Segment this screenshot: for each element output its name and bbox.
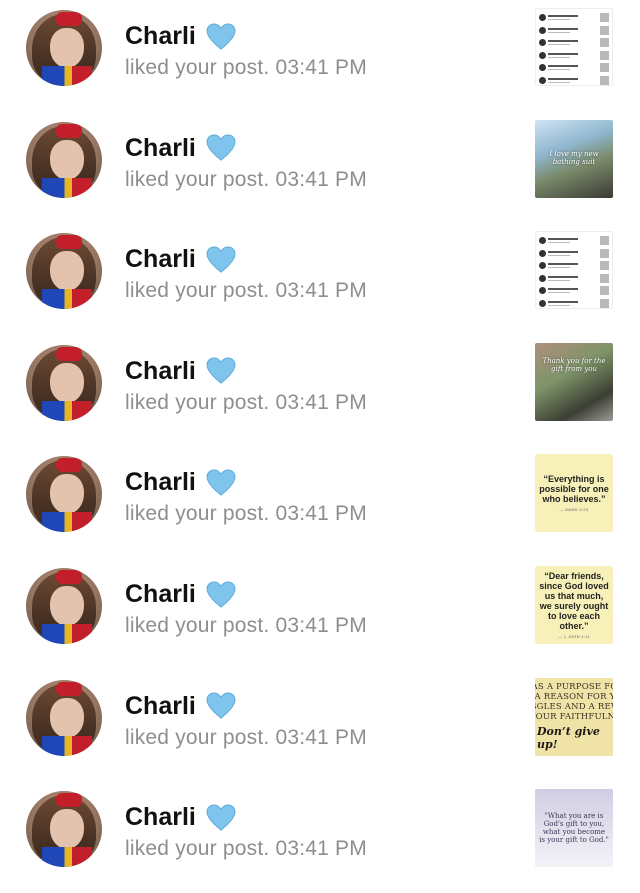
post-thumbnail[interactable]: “Dear friends, since God loved us that m…: [535, 566, 613, 644]
thumbnail-list-item: [538, 13, 612, 22]
thumbnail-vintage-line: IN, A REASON FOR YOU: [535, 691, 613, 702]
timestamp: 03:41 PM: [275, 56, 367, 79]
thumbnail-list-item: [538, 38, 612, 47]
notification-detail: liked your post. 03:41 PM: [125, 279, 367, 303]
thumbnail-list-item: [538, 25, 612, 35]
timestamp: 03:41 PM: [275, 614, 367, 637]
post-thumbnail[interactable]: "What you are is God's gift to you, what…: [535, 789, 613, 868]
timestamp: 03:41 PM: [275, 502, 367, 526]
action-text: liked your post.: [125, 279, 270, 303]
timestamp: 03:41 PM: [275, 390, 367, 414]
blue-heart-icon: [206, 357, 236, 385]
thumbnail-list-item: [538, 236, 612, 246]
timestamp: 03:41 PM: [275, 279, 367, 303]
action-text: liked your post.: [125, 167, 270, 191]
blue-heart-icon: [206, 469, 236, 497]
action-text: liked your post.: [125, 614, 270, 637]
notification-detail: liked your post. 03:41 PM: [125, 391, 367, 415]
notification-detail: liked your post. 03:41 PM: [125, 168, 367, 192]
blue-heart-icon: [206, 692, 236, 720]
notification-row[interactable]: Charli liked your post.03:41 PM HAS A PURP…: [0, 670, 640, 782]
notification-detail: liked your post. 03:41 PM: [125, 837, 367, 861]
avatar[interactable]: [26, 10, 102, 86]
avatar[interactable]: [26, 568, 102, 644]
thumbnail-list-item: [538, 63, 612, 72]
thumbnail-quote-text: “Dear friends, since God loved us that m…: [539, 571, 609, 631]
notification-title: Charli: [125, 22, 236, 51]
notification-title: Charli: [125, 580, 236, 609]
avatar[interactable]: [26, 679, 102, 756]
thumbnail-list-item: [538, 75, 612, 85]
notification-row[interactable]: Charli liked your post. 03:41 PM "What you …: [0, 781, 640, 893]
blue-heart-icon: [206, 246, 236, 274]
thumbnail-list-item: [538, 261, 612, 271]
avatar[interactable]: [26, 456, 102, 533]
notification-title: Charli: [125, 468, 236, 497]
blue-heart-icon: [206, 134, 236, 162]
username[interactable]: Charli: [125, 580, 196, 609]
username[interactable]: Charli: [125, 134, 196, 163]
blue-heart-icon: [206, 580, 236, 609]
thumbnail-caption: I love my new bathing suit: [549, 149, 599, 166]
username[interactable]: Charli: [125, 692, 196, 721]
timestamp: 03:41 PM: [275, 167, 367, 191]
notification-detail: liked your post. 03:41 PM: [125, 614, 367, 638]
thumbnail-vintage-line: UGGLES AND A REWA: [535, 701, 613, 712]
notification-row[interactable]: Charli liked your post. 03:41 PM I love my …: [0, 112, 640, 224]
thumbnail-quote-ref: — MARK 9:23: [559, 507, 589, 513]
thumbnail-list-item: [538, 248, 612, 258]
notification-row[interactable]: Charli liked your post. 03:41 PM “Dear frie…: [0, 558, 640, 670]
username[interactable]: Charli: [125, 803, 196, 832]
username[interactable]: Charli: [125, 468, 196, 497]
avatar[interactable]: [26, 121, 102, 198]
post-thumbnail[interactable]: “Everything is possible for one who beli…: [535, 454, 613, 533]
timestamp: 03:41 PM: [275, 837, 367, 861]
thumbnail-list-item: [538, 273, 612, 283]
post-thumbnail[interactable]: [535, 8, 613, 86]
timestamp: 03:41 PM: [275, 725, 367, 749]
username[interactable]: Charli: [125, 357, 196, 386]
thumbnail-vintage-line: R YOUR FAITHFULNES: [535, 711, 613, 722]
notification-list: Charli liked your post. 03:41 PM Charli like…: [0, 0, 640, 868]
action-text: liked your post.: [125, 502, 270, 526]
notification-title: Charli: [125, 245, 236, 274]
notification-detail: liked your post. 03:41 PM: [125, 502, 367, 526]
action-text: liked your post.: [125, 56, 270, 79]
avatar[interactable]: [26, 344, 102, 421]
notification-row[interactable]: Charli liked your post. 03:41 PM: [0, 0, 640, 112]
action-text: liked your post.: [125, 725, 270, 749]
thumbnail-quote-text: "What you are is God's gift to you, what…: [539, 812, 609, 845]
thumbnail-vintage-emphasis: Don’t give up!: [537, 724, 600, 751]
action-text: liked your post.: [125, 837, 270, 861]
avatar[interactable]: [26, 233, 102, 310]
thumbnail-list-item: [538, 286, 612, 296]
notification-detail: liked your post. 03:41 PM: [125, 56, 367, 80]
notification-title: Charli: [125, 692, 236, 721]
post-thumbnail[interactable]: HAS A PURPOSE FORIN, A REASON FOR YOUUGG…: [535, 677, 613, 756]
username[interactable]: Charli: [125, 22, 196, 51]
notification-title: Charli: [125, 134, 236, 163]
blue-heart-icon: [206, 22, 236, 51]
post-thumbnail[interactable]: I love my new bathing suit: [535, 119, 613, 198]
blue-heart-icon: [206, 804, 236, 832]
notification-detail: liked your post. 03:41 PM: [125, 726, 367, 750]
thumbnail-quote-ref: — 1 JOHN 4:11: [558, 634, 590, 639]
thumbnail-caption: Thank you for the gift from you: [542, 356, 606, 373]
thumbnail-quote-text: “Everything is possible for one who beli…: [539, 474, 609, 505]
thumbnail-vintage-line: HAS A PURPOSE FOR: [535, 681, 613, 692]
thumbnail-list-item: [538, 298, 612, 308]
notification-title: Charli: [125, 357, 236, 386]
notification-row[interactable]: Charli liked your post. 03:41 PM: [0, 223, 640, 335]
username[interactable]: Charli: [125, 245, 196, 274]
notification-row[interactable]: Charli liked your post. 03:41 PM “Everythin…: [0, 446, 640, 558]
action-text: liked your post.: [125, 390, 270, 414]
post-thumbnail[interactable]: Thank you for the gift from you: [535, 342, 613, 421]
notification-title: Charli: [125, 803, 236, 832]
notification-row[interactable]: Charli liked your post. 03:41 PM Thank you …: [0, 335, 640, 447]
post-thumbnail[interactable]: [535, 231, 613, 310]
thumbnail-list-item: [538, 50, 612, 60]
